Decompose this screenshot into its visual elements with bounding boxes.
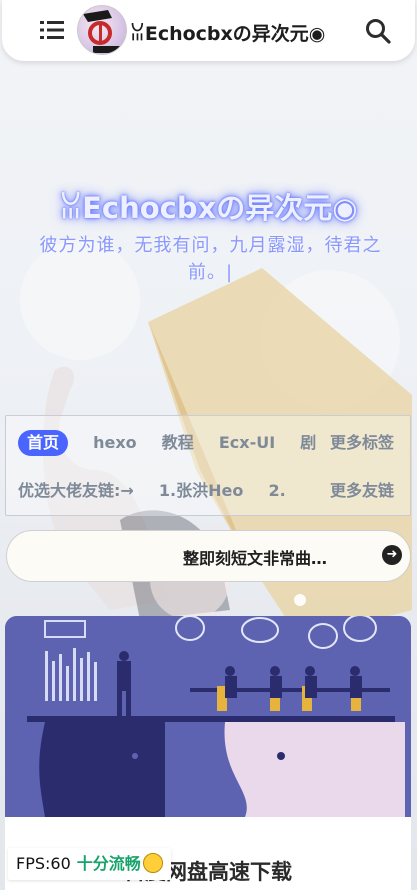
tag-hexo[interactable]: hexo [93,430,137,456]
tag-row: 首页 hexo 教程 Ecx-UI 剧 [18,430,318,460]
fps-status: 十分流畅 [76,854,141,873]
hero-subtitle: 彼方为谁，无我有问，九月露湿，待君之前。| [39,235,382,283]
menu-button[interactable] [40,19,64,41]
laughing-emoji-icon [142,853,163,873]
friend-links-row: 优选大佬友链:→ 1.张洪Heo 2. [18,478,318,508]
category-panel: 首页 hexo 教程 Ecx-UI 剧 更多标签 优选大佬友链:→ 1.张洪He… [5,415,411,516]
tag-ecx-ui[interactable]: Ecx-UI [219,430,275,456]
more-friends-link[interactable]: 更多友链 [330,478,394,504]
announcement-text: 整即刻短文非常曲… [183,549,328,568]
hero-title: ꈍEchocbxの异次元◉ [59,191,358,225]
site-title[interactable]: ꈍEchocbxの异次元◉ [130,19,325,46]
avatar-logo-icon [83,10,121,53]
fps-widget: FPS:60 十分流畅 [8,848,171,880]
search-icon [366,19,391,44]
list-icon [40,21,64,39]
more-tags-link[interactable]: 更多标签 [330,430,394,456]
search-button[interactable] [365,18,391,44]
friend-links-prefix: 优选大佬友链:→ [18,481,134,500]
tag-tutorial[interactable]: 教程 [162,430,194,456]
tag-home[interactable]: 首页 [18,430,69,456]
top-navbar: ꈍEchocbxの异次元◉ [2,0,415,61]
tag-partial[interactable]: 剧 [300,430,316,456]
announcement-bar[interactable]: 整即刻短文非常曲… ➜ [6,530,411,582]
post-cover-image [5,616,411,817]
friend-link-1[interactable]: 1.张洪Heo [159,478,243,504]
friend-link-2[interactable]: 2. [268,478,285,504]
arrow-right-icon[interactable]: ➜ [382,545,402,565]
avatar[interactable] [77,5,127,55]
fps-value: FPS:60 [16,854,71,873]
